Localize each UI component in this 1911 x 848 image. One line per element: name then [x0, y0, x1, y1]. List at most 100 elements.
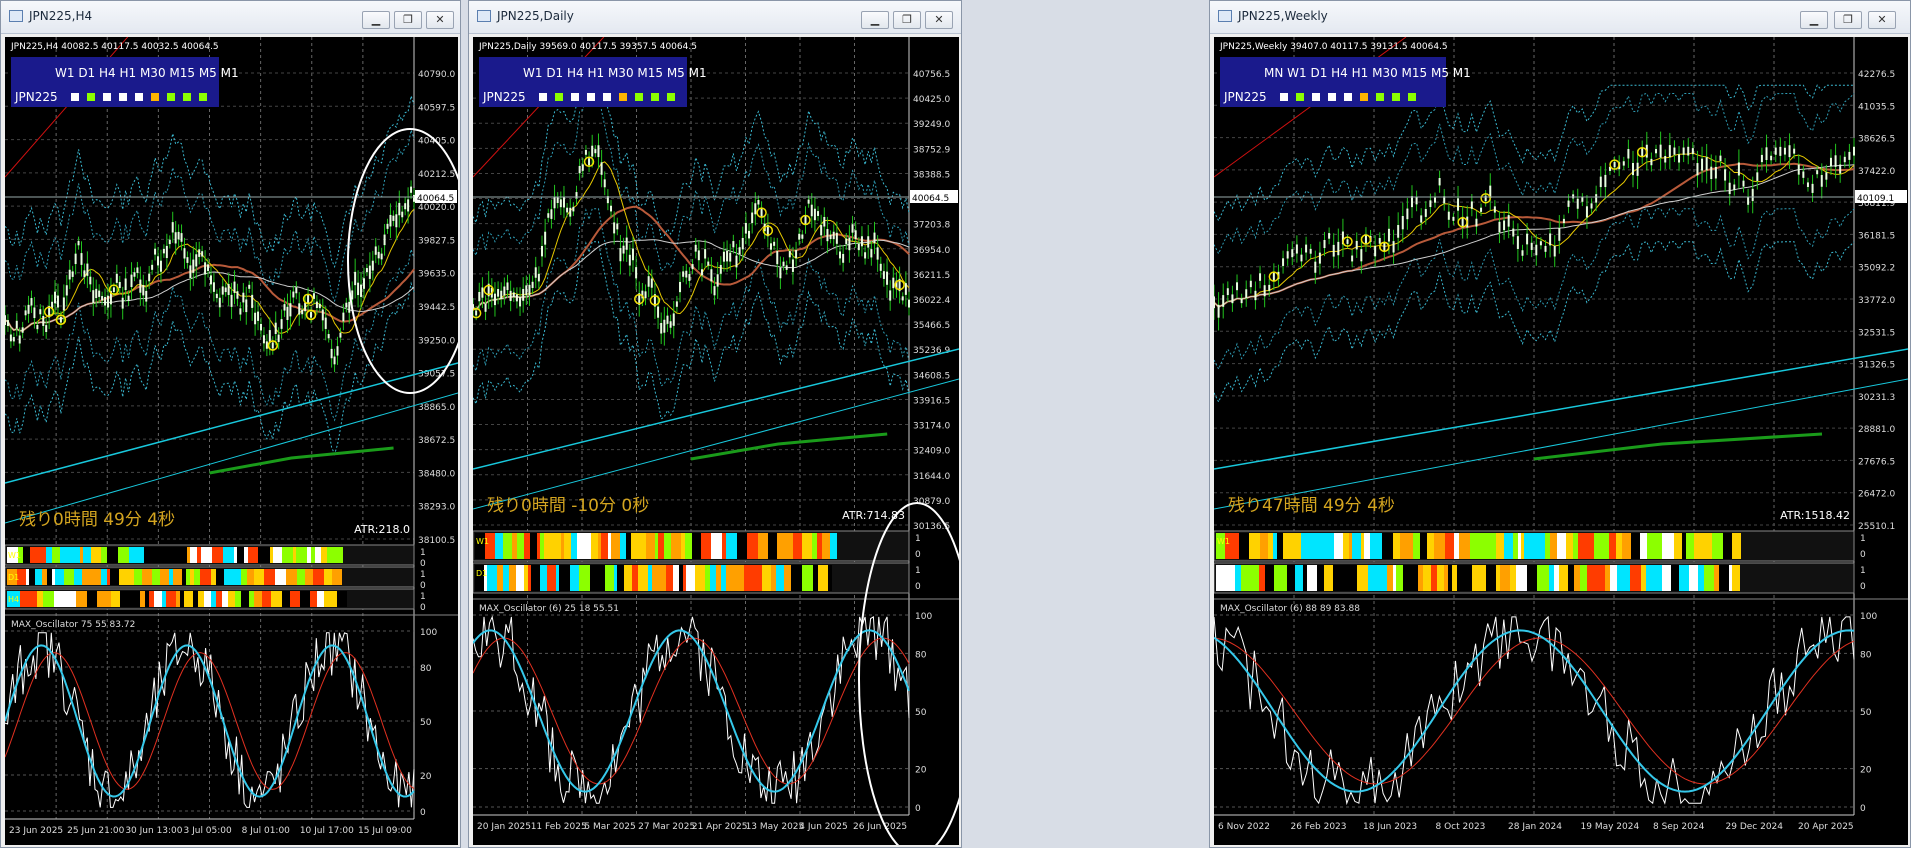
heat-bar-cell [107, 591, 111, 607]
heat-bar-cell [1566, 533, 1573, 559]
bar-scale-label: 1 [420, 548, 426, 558]
minimize-button[interactable]: ▁ [1800, 11, 1828, 29]
candle-body [675, 301, 678, 307]
candle-body [588, 158, 591, 166]
heat-bar-cell [1324, 565, 1333, 591]
oscillator-scale-label: 100 [420, 628, 437, 638]
chart-canvas[interactable]: 40790.0 40597.5 40405.0 40212.5 40020.0 39827… [5, 37, 458, 845]
heat-bar-cell [1698, 565, 1704, 591]
chart-window-daily[interactable]: JPN225,Daily ▁ ❐ ✕ 40756.5 40425.0 39249.0… [468, 0, 962, 848]
candle-body [528, 284, 531, 296]
minimize-button[interactable]: ▁ [861, 11, 889, 29]
candle-body [1429, 200, 1432, 208]
heat-bar-cell [1437, 565, 1444, 591]
candle-body [1714, 166, 1717, 179]
heat-bar-cell [608, 533, 611, 559]
maximize-button[interactable]: ❐ [1834, 11, 1862, 29]
heat-bar-label: W1 [1217, 537, 1230, 546]
candle-body [92, 290, 95, 304]
chart-canvas[interactable]: 42276.5 41035.5 38626.5 37422.0 36811.9 36181… [1214, 37, 1908, 845]
chart-canvas[interactable]: 40756.540425.039249.038752.938388.537612… [473, 37, 959, 845]
minimize-button[interactable]: ▁ [362, 11, 390, 29]
heat-bar-cell [1259, 565, 1265, 591]
oscillator-scale-label: 100 [1860, 612, 1877, 622]
candle-body [1843, 156, 1846, 163]
bar-scale-label: 0 [915, 550, 921, 560]
candle-body [713, 286, 716, 296]
heat-bar-cell [149, 591, 154, 607]
chart-svg[interactable]: 40756.540425.039249.038752.938388.537612… [473, 37, 959, 845]
candle-body [500, 290, 503, 300]
chart-svg[interactable]: 42276.541035.538626.537422.036811.936181… [1214, 37, 1908, 845]
chart-svg[interactable]: 40790.040597.540405.040212.540020.039827… [5, 37, 458, 845]
heat-bar-cell [677, 533, 681, 559]
candle-body [619, 248, 622, 262]
date-tick-label: 25 Jun 21:00 [67, 826, 124, 836]
heat-bar-cell [1249, 533, 1260, 559]
chart-window-weekly[interactable]: JPN225,Weekly ▁ ❐ ✕ 42276.5 41035.5 38626.… [1209, 0, 1911, 848]
panel-symbol: JPN225 [14, 90, 58, 104]
candle-body [339, 332, 342, 338]
title-bar[interactable]: JPN225,Daily ▁ ❐ ✕ [469, 1, 961, 34]
heat-bar-cell [611, 533, 620, 559]
heat-bar-cell [1486, 565, 1496, 591]
heat-bar-cell [658, 533, 664, 559]
timeframe-status-square [1360, 93, 1368, 101]
date-tick-label: 13 May 2025 [746, 822, 805, 832]
candle-body [782, 261, 785, 267]
candle-body [541, 245, 544, 257]
maximize-button[interactable]: ❐ [893, 11, 921, 29]
heat-bar-cell [598, 565, 605, 591]
heat-bar-cell [1554, 565, 1559, 591]
heat-bar-cell [601, 533, 608, 559]
candle-body [1728, 182, 1731, 195]
candle-body [572, 206, 575, 212]
heat-bar-cell [194, 569, 200, 585]
title-bar[interactable]: JPN225,Weekly ▁ ❐ ✕ [1210, 1, 1910, 34]
candle-body [873, 232, 876, 244]
heat-bar-cell [336, 547, 343, 563]
heat-bar-cell [47, 569, 52, 585]
timeframe-status-square [539, 93, 547, 101]
price-tick-label: 31644.0 [913, 472, 950, 482]
candle-body [277, 334, 280, 342]
candle-body [383, 234, 386, 246]
candle-body [183, 248, 186, 259]
close-button[interactable]: ✕ [925, 11, 953, 29]
heat-bar-cell [273, 547, 282, 563]
candle-body [1820, 175, 1823, 187]
heat-bar-cell [791, 565, 802, 591]
candle-body [744, 222, 747, 234]
maximize-button[interactable]: ❐ [394, 11, 422, 29]
candle-body [230, 294, 233, 307]
bar-scale-label: 1 [1860, 534, 1866, 544]
heat-bar-cell [1580, 565, 1587, 591]
candle-body [845, 238, 848, 245]
candle-body [1627, 149, 1630, 159]
candle-body [537, 273, 540, 282]
candle-body [876, 247, 879, 260]
heat-bar-cell [817, 533, 822, 559]
candle-body [45, 325, 48, 332]
candle-body [791, 259, 794, 272]
candle-body [1387, 228, 1390, 242]
timeframe-status-square [587, 93, 595, 101]
price-tick-label: 38752.9 [913, 145, 950, 155]
chart-window-h4[interactable]: JPN225,H4 ▁ ❐ ✕ 40790.0 40597.5 40405.0 402… [0, 0, 461, 848]
candle-body [1351, 255, 1354, 262]
close-button[interactable]: ✕ [1868, 11, 1896, 29]
candle-body [1355, 240, 1358, 250]
heat-bar-cell [524, 565, 528, 591]
heat-bar-cell [1387, 565, 1393, 591]
heat-bar-cell [564, 533, 571, 559]
heat-bar-cell [726, 533, 737, 559]
title-bar[interactable]: JPN225,H4 ▁ ❐ ✕ [1, 1, 460, 34]
candle-body [54, 291, 57, 304]
close-button[interactable]: ✕ [426, 11, 454, 29]
heat-bar-cell [182, 569, 186, 585]
close-icon: ✕ [1877, 13, 1887, 26]
heat-bar-cell [173, 569, 182, 585]
minimize-icon: ▁ [1809, 13, 1819, 26]
heat-bar-cell [751, 565, 762, 591]
candle-body [1544, 245, 1547, 252]
